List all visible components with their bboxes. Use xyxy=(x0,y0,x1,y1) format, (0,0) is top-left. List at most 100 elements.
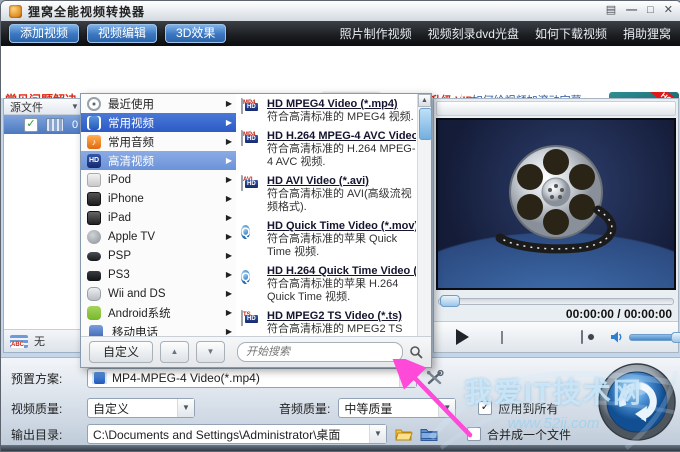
format-title[interactable]: HD H.264 MPEG-4 AVC Video (*.mp4) xyxy=(267,130,416,143)
hd-chip: HD xyxy=(245,135,258,143)
video-icon xyxy=(87,115,101,130)
video-quality-combobox[interactable]: 自定义 ▼ xyxy=(87,398,195,418)
output-dir-dropdown-icon[interactable]: ▼ xyxy=(369,425,386,443)
link-donate[interactable]: 捐助狸窝 xyxy=(623,25,671,42)
ipod-icon xyxy=(87,172,101,187)
3d-effect-button[interactable]: 3D效果 xyxy=(165,24,227,43)
play-button[interactable] xyxy=(456,329,469,345)
ps3-icon xyxy=(87,270,101,281)
move-up-button[interactable]: ▲ xyxy=(160,341,189,363)
playback-controls: ▼ xyxy=(434,321,680,352)
chevron-right-icon: ▶ xyxy=(225,137,232,146)
chevron-right-icon: ▶ xyxy=(225,327,232,336)
add-video-button[interactable]: 添加视频 xyxy=(9,24,80,43)
close-button[interactable]: ✕ xyxy=(664,3,673,18)
seek-track[interactable] xyxy=(438,298,674,305)
format-desc: 符合高清标准的 H.264 MPEG-4 AVC 视频. xyxy=(267,143,416,168)
merge-checkbox[interactable] xyxy=(467,427,481,441)
skin-icon[interactable]: ▤ xyxy=(606,3,616,18)
menu-item-label: 最近使用 xyxy=(108,98,154,111)
seek-thumb[interactable] xyxy=(440,295,460,307)
playback-time: 00:00:00 / 00:00:00 xyxy=(565,307,672,321)
chevron-down-icon[interactable]: ▼ xyxy=(71,102,79,111)
menu-item-apple-tv[interactable]: Apple TV ▶ xyxy=(81,227,236,246)
format-title[interactable]: HD H.264 Quick Time Video (*.mov) xyxy=(267,265,416,278)
scroll-up-icon[interactable]: ▲ xyxy=(418,94,431,107)
stop-button[interactable] xyxy=(501,330,503,344)
format-item-hd-mpeg4[interactable]: MP4HD HD MPEG4 Video (*.mp4)符合高清标准的 MPEG… xyxy=(241,98,416,124)
menu-item-label: PSP xyxy=(108,249,132,262)
column-source-file[interactable]: 源文件 xyxy=(10,99,43,115)
menu-item-label: iPod xyxy=(108,173,132,186)
seek-bar[interactable] xyxy=(438,294,674,307)
output-dir-combobox[interactable]: C:\Documents and Settings\Administrator\… xyxy=(87,424,387,444)
mp4-file-icon: MP4HD xyxy=(241,98,258,114)
menu-item-hd-video[interactable]: HD 高清视频 ▶ xyxy=(81,151,236,170)
menu-item-label: Apple TV xyxy=(108,230,156,243)
window-bottom-frame xyxy=(1,445,680,451)
preview-toolbar xyxy=(436,101,676,116)
snapshot-camera-icon[interactable] xyxy=(581,330,595,344)
move-down-button[interactable]: ▼ xyxy=(196,341,225,363)
audio-quality-combobox[interactable]: 中等质量 ▼ xyxy=(338,398,457,418)
open-folder-icon[interactable] xyxy=(395,427,413,441)
chevron-right-icon: ▶ xyxy=(225,118,232,127)
psp-icon xyxy=(87,252,101,261)
menu-item-iphone[interactable]: iPhone ▶ xyxy=(81,189,236,208)
video-display[interactable] xyxy=(436,118,676,290)
audio-quality-dropdown-icon[interactable]: ▼ xyxy=(438,399,456,417)
apply-all-checkbox[interactable]: ✓ xyxy=(478,401,493,415)
menu-item-ipad[interactable]: iPad ▶ xyxy=(81,208,236,227)
volume-slider[interactable] xyxy=(628,331,680,343)
menu-item-recent[interactable]: 最近使用 ▶ xyxy=(81,94,236,113)
link-burn-dvd[interactable]: 视频刻录dvd光盘 xyxy=(428,25,519,42)
hd-format-submenu: MP4HD HD MPEG4 Video (*.mp4)符合高清标准的 MPEG… xyxy=(236,94,431,339)
format-item-hd-h264-avc[interactable]: MP4HD HD H.264 MPEG-4 AVC Video (*.mp4)符… xyxy=(241,130,416,169)
clock-icon xyxy=(87,96,101,111)
audio-quality-label: 音频质量: xyxy=(279,401,331,416)
format-title[interactable]: HD MPEG2 TS Video (*.ts) xyxy=(267,310,416,323)
format-title[interactable]: HD MPEG4 Video (*.mp4) xyxy=(267,98,416,111)
menu-item-label: 高清视频 xyxy=(108,155,154,168)
ipad-icon xyxy=(87,210,101,225)
format-item-hd-h264-quicktime[interactable]: Q HD H.264 Quick Time Video (*.mov)符合高清标… xyxy=(241,265,416,304)
menu-item-common-video[interactable]: 常用视频 ▶ xyxy=(81,113,236,132)
menu-item-label: 常用音频 xyxy=(108,136,154,149)
format-title[interactable]: HD AVI Video (*.avi) xyxy=(267,175,416,188)
preset-settings-wrench-icon[interactable] xyxy=(426,370,444,386)
menu-item-psp[interactable]: PSP ▶ xyxy=(81,246,236,265)
video-quality-dropdown-icon[interactable]: ▼ xyxy=(177,399,194,417)
format-item-hd-mpeg2-ts[interactable]: TSHD HD MPEG2 TS Video (*.ts)符合高清标准的 MPE… xyxy=(241,310,416,339)
menu-item-common-audio[interactable]: ♪ 常用音频 ▶ xyxy=(81,132,236,151)
maximize-button[interactable]: □ xyxy=(647,3,654,18)
video-quality-label: 视频质量: xyxy=(11,401,63,416)
subtitle-none-value[interactable]: 无 xyxy=(34,333,45,349)
format-item-hd-quicktime[interactable]: Q HD Quick Time Video (*.mov) 符合高清标准的苹果 Q… xyxy=(241,220,416,259)
chevron-right-icon: ▶ xyxy=(225,251,232,260)
custom-button[interactable]: 自定义 xyxy=(89,341,153,363)
volume-thumb[interactable] xyxy=(670,331,680,343)
browse-folder-icon[interactable] xyxy=(420,427,438,441)
format-desc: 符合高清标准的 AVI(高级流视频格式). xyxy=(267,188,412,213)
minimize-button[interactable]: — xyxy=(626,3,637,18)
link-download-video[interactable]: 如何下载视频 xyxy=(535,25,607,42)
speaker-icon[interactable] xyxy=(610,330,624,344)
search-icon[interactable] xyxy=(409,345,423,359)
search-input[interactable] xyxy=(237,342,403,362)
title-bar: 狸窝全能视频转换器 ▤ — □ ✕ xyxy=(1,1,680,22)
menu-item-ipod[interactable]: iPod ▶ xyxy=(81,170,236,189)
menu-item-android[interactable]: Android系统 ▶ xyxy=(81,303,236,322)
format-title[interactable]: HD Quick Time Video (*.mov) xyxy=(267,220,416,233)
menu-item-wii-ds[interactable]: Wii and DS ▶ xyxy=(81,284,236,303)
convert-button[interactable] xyxy=(597,362,677,442)
preset-combobox[interactable]: MP4-MPEG-4 Video(*.mp4) ▼ xyxy=(87,368,417,388)
scroll-thumb[interactable] xyxy=(419,108,431,140)
preset-dropdown-icon[interactable]: ▼ xyxy=(399,369,416,387)
music-icon: ♪ xyxy=(87,134,101,149)
link-photo-to-video[interactable]: 照片制作视频 xyxy=(340,25,412,42)
submenu-scrollbar[interactable]: ▲ ▼ xyxy=(417,94,431,339)
menu-item-ps3[interactable]: PS3 ▶ xyxy=(81,265,236,284)
file-checkbox[interactable]: ✓ xyxy=(24,117,38,132)
format-item-hd-avi[interactable]: AVIHD HD AVI Video (*.avi)符合高清标准的 AVI(高级… xyxy=(241,175,416,214)
video-edit-button[interactable]: 视频编辑 xyxy=(87,24,158,43)
